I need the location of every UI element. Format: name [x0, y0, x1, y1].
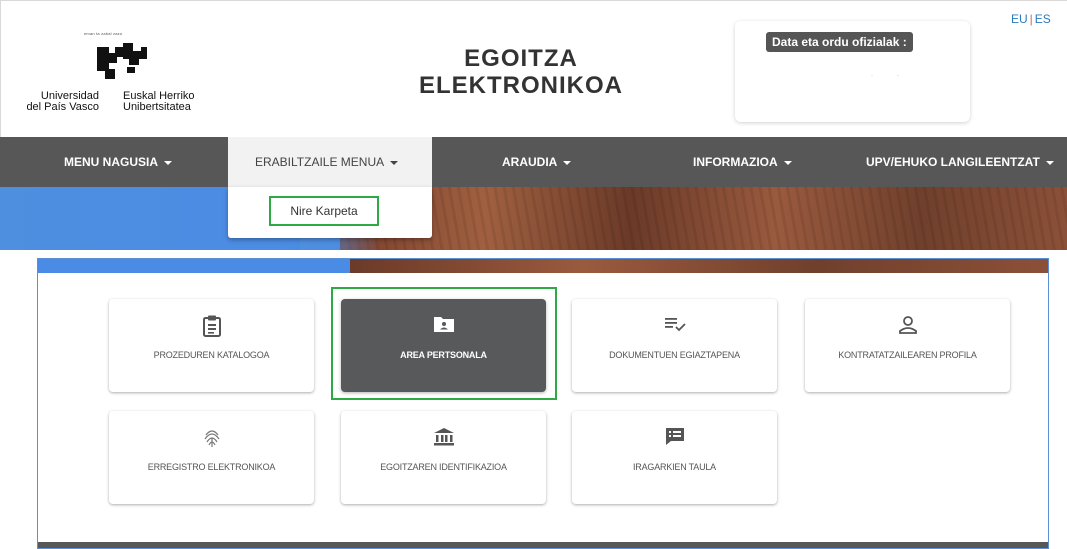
tile-label: PROZEDUREN KATALOGOA	[153, 350, 270, 360]
language-es-link[interactable]: ES	[1035, 12, 1051, 26]
university-logo[interactable]: eman ta zabal zazu Universidad del País …	[19, 31, 219, 131]
tile-erregistro-elektronikoa[interactable]: ERREGISTRO ELEKTRONIKOA	[109, 411, 314, 504]
official-datetime-card: Data eta ordu ofizialak : ··	[735, 21, 970, 122]
logo-motto: eman ta zabal zazu	[84, 31, 123, 36]
caret-down-icon	[164, 160, 173, 165]
nav-erabiltzaile-menua[interactable]: ERABILTZAILE MENUA	[228, 137, 432, 187]
caret-down-icon	[1045, 160, 1054, 165]
tile-label: AREA PERTSONALA	[400, 350, 487, 360]
clipboard-icon	[202, 315, 221, 337]
services-panel: PROZEDUREN KATALOGOA AREA PERTSONALA DOK…	[37, 258, 1049, 549]
main-navbar: MENU NAGUSIA ERABILTZAILE MENUA ARAUDIA …	[0, 137, 1067, 187]
tile-label: ERREGISTRO ELEKTRONIKOA	[147, 462, 276, 472]
caret-down-icon	[563, 160, 572, 165]
datetime-value-placeholder: ··	[871, 73, 923, 79]
person-icon	[898, 316, 917, 334]
site-header: eman ta zabal zazu Universidad del País …	[0, 0, 1067, 137]
tile-label: EGOITZAREN IDENTIFIKAZIOA	[380, 462, 507, 472]
hero-banner	[0, 187, 1067, 250]
tile-label: DOKUMENTUEN EGIAZTAPENA	[609, 350, 740, 360]
folder-user-icon	[433, 317, 454, 332]
list-check-icon	[664, 318, 686, 332]
bank-icon	[433, 428, 454, 446]
tile-egoitzaren-identifikazioa[interactable]: EGOITZAREN IDENTIFIKAZIOA	[341, 411, 546, 504]
nav-upv-ehuko-langileentzat[interactable]: UPV/EHUKO LANGILEENTZAT	[866, 137, 1054, 187]
tile-label: IRAGARKIEN TAULA	[633, 462, 716, 472]
logo-mark-icon	[97, 43, 147, 79]
nav-menu-nagusia[interactable]: MENU NAGUSIA	[64, 137, 173, 187]
language-switcher: EU | ES	[1011, 12, 1051, 26]
tile-area-pertsonala[interactable]: AREA PERTSONALA	[341, 299, 546, 392]
logo-text-basque: Euskal Herriko Unibertsitatea	[123, 90, 195, 113]
nav-araudia[interactable]: ARAUDIA	[502, 137, 572, 187]
fingerprint-icon	[204, 430, 219, 447]
panel-footer-bar	[38, 542, 1048, 548]
tile-label: KONTRATATZAILEAREN PROFILA	[838, 350, 977, 360]
tile-kontratatzailearen-profila[interactable]: KONTRATATZAILEAREN PROFILA	[805, 299, 1010, 392]
dropdown-item-nire-karpeta[interactable]: Nire Karpeta	[269, 196, 379, 226]
message-board-icon	[665, 428, 684, 445]
language-eu-link[interactable]: EU	[1011, 12, 1028, 26]
caret-down-icon	[783, 160, 792, 165]
nav-informazioa[interactable]: INFORMAZIOA	[693, 137, 792, 187]
erabiltzaile-menu-dropdown: Nire Karpeta	[228, 187, 432, 238]
tile-prozeduren-katalogoa[interactable]: PROZEDUREN KATALOGOA	[109, 299, 314, 392]
caret-down-icon	[390, 160, 399, 165]
official-datetime-label: Data eta ordu ofizialak :	[766, 32, 913, 52]
tile-dokumentuen-egiaztapena[interactable]: DOKUMENTUEN EGIAZTAPENA	[572, 299, 777, 392]
tile-iragarkien-taula[interactable]: IRAGARKIEN TAULA	[572, 411, 777, 504]
portal-title: EGOITZA ELEKTRONIKOA	[419, 45, 623, 99]
logo-text-spanish: Universidad del País Vasco	[26, 90, 99, 113]
